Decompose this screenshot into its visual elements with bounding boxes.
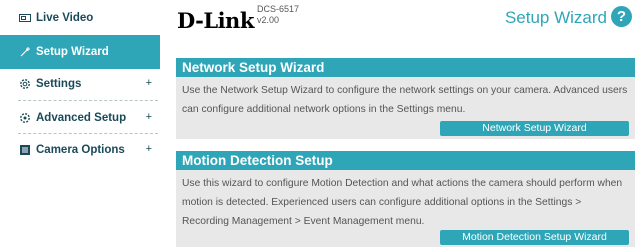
sidebar-item-settings[interactable]: Settings + [0,67,160,101]
sidebar-item-live-video[interactable]: Live Video [0,1,160,35]
expand-icon[interactable]: + [146,111,152,123]
sidebar-item-setup-wizard[interactable]: Setup Wizard [0,35,160,69]
model-name: DCS-6517 [257,4,300,14]
page-title: Setup Wizard [504,8,607,27]
brand-logo: D-Link [177,8,254,33]
sidebar-item-label: Camera Options [36,144,125,156]
section-description: Use the Network Setup Wizard to configur… [182,85,628,115]
motion-detection-setup-wizard-button[interactable]: Motion Detection Setup Wizard [440,230,629,245]
sidebar-item-camera-options[interactable]: Camera Options + [0,133,160,167]
sidebar-item-label: Live Video [36,12,94,24]
section-header-motion: Motion Detection Setup [176,151,635,170]
wizard-icon [19,46,31,58]
sidebar-item-label: Setup Wizard [36,46,109,58]
expand-icon[interactable]: + [146,77,152,89]
section-description: Use this wizard to configure Motion Dete… [182,178,623,227]
sidebar-item-advanced-setup[interactable]: Advanced Setup + [0,101,160,135]
model-info: DCS-6517 v2.00 [257,4,299,26]
expand-icon[interactable]: + [146,143,152,155]
network-setup-wizard-button[interactable]: Network Setup Wizard [440,121,629,136]
firmware-version: v2.00 [257,15,280,25]
advanced-gear-icon [19,112,31,124]
sidebar-item-label: Settings [36,78,82,90]
section-header-network: Network Setup Wizard [176,58,635,77]
help-icon[interactable]: ? [611,6,632,27]
video-icon [19,12,31,24]
sidebar: Live Video Setup Wizard Settings + Advan… [0,0,160,247]
sidebar-item-label: Advanced Setup [36,112,127,124]
gear-icon [19,78,31,90]
list-icon [19,144,31,156]
